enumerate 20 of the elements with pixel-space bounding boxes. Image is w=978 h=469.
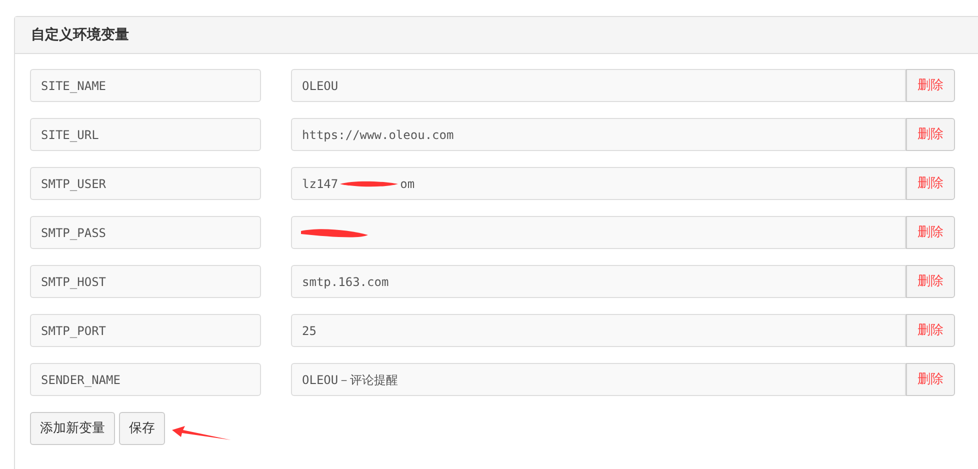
arrow-icon — [171, 426, 233, 442]
key-field[interactable]: SENDER_NAME — [30, 363, 261, 396]
key-field[interactable]: SMTP_PORT — [30, 314, 261, 347]
key-field[interactable]: SITE_NAME — [30, 69, 261, 102]
value-field[interactable]: OLEOU－评论提醒 — [291, 363, 906, 396]
value-field[interactable]: OLEOU — [291, 69, 906, 102]
add-variable-button[interactable]: 添加新变量 — [30, 412, 115, 445]
value-text: lz147 — [302, 176, 338, 192]
value-field[interactable]: 25 — [291, 314, 906, 347]
key-field[interactable]: SMTP_PASS — [30, 216, 261, 249]
save-button[interactable]: 保存 — [119, 412, 165, 445]
value-field[interactable]: lz147 om — [291, 167, 906, 200]
key-field[interactable]: SITE_URL — [30, 118, 261, 151]
panel-title: 自定义环境变量 — [31, 26, 129, 44]
key-field[interactable]: SMTP_HOST — [30, 265, 261, 298]
value-text: om — [400, 176, 415, 192]
value-field[interactable] — [291, 216, 906, 249]
key-field[interactable]: SMTP_USER — [30, 167, 261, 200]
value-field[interactable]: smtp.163.com — [291, 265, 906, 298]
value-field[interactable]: https://www.oleou.com — [291, 118, 906, 151]
